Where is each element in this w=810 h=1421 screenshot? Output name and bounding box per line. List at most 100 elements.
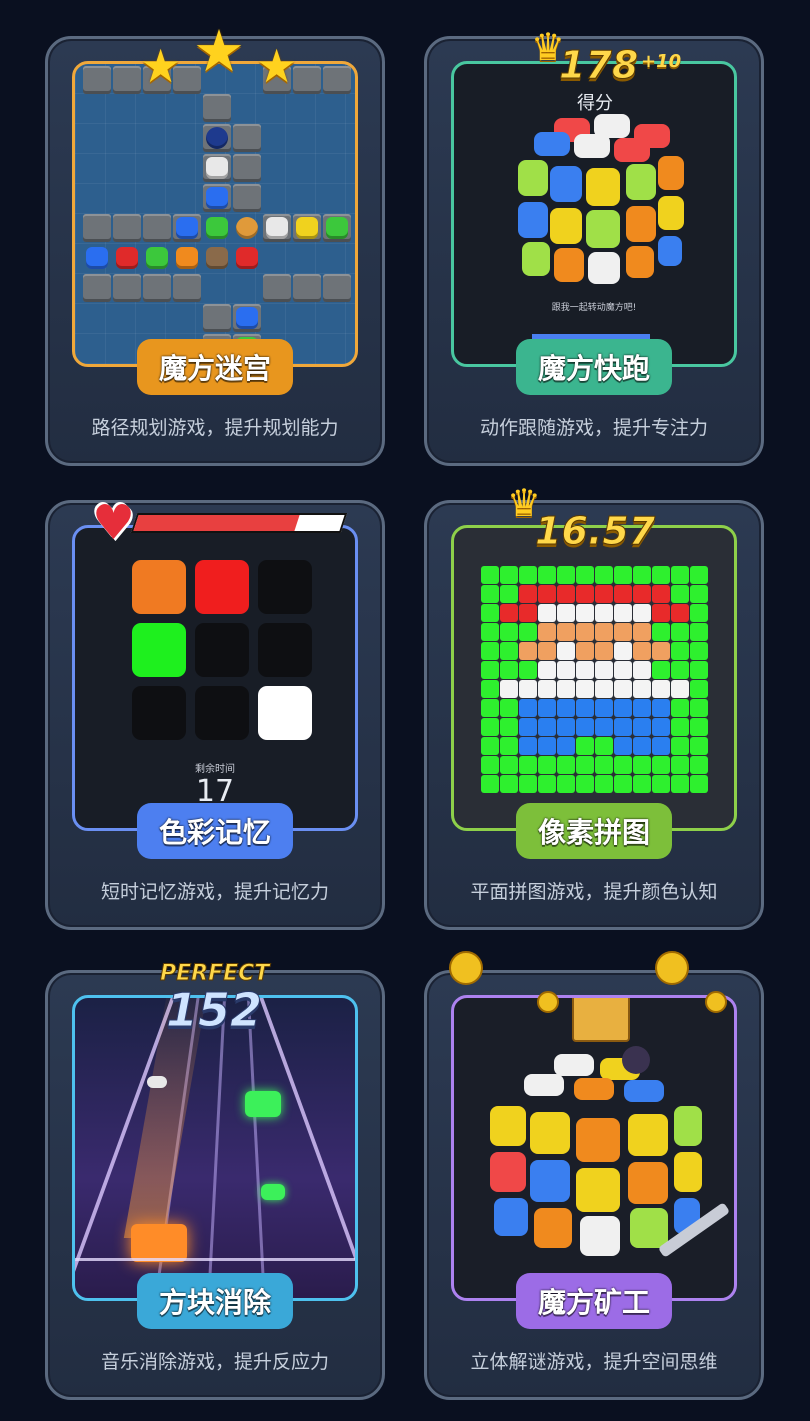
bomb-icon — [622, 1046, 650, 1074]
score-bonus: +10 — [641, 51, 682, 72]
pixel-cell — [633, 623, 651, 641]
coin-icon — [449, 951, 483, 985]
rubiks-cube-image — [514, 114, 684, 284]
star-icon: ★ — [140, 39, 182, 93]
pixel-cell — [500, 642, 518, 660]
pixel-cell — [671, 718, 689, 736]
pixel-cell — [557, 604, 575, 622]
pixel-cell — [519, 775, 537, 793]
score-label: 得分 — [577, 93, 613, 114]
pixel-cell — [557, 585, 575, 603]
pixel-cell — [576, 585, 594, 603]
pixel-cell — [500, 756, 518, 774]
pixel-cell — [633, 775, 651, 793]
pixel-cell — [652, 642, 670, 660]
pixel-cell — [652, 756, 670, 774]
pixel-grid — [481, 566, 711, 796]
card-title-badge: 魔方矿工 — [515, 1273, 673, 1329]
pixel-cell — [595, 623, 613, 641]
pixel-cell — [557, 737, 575, 755]
pixel-cell — [500, 699, 518, 717]
pixel-cell — [690, 585, 708, 603]
pixel-cell — [519, 718, 537, 736]
combo-count: 152 — [165, 983, 263, 1038]
pixel-cell — [652, 585, 670, 603]
card-description: 音乐消除游戏，提升反应力 — [100, 1351, 329, 1373]
pixel-cell — [500, 680, 518, 698]
timer-label: 剩余时间 — [195, 764, 235, 775]
pixel-cell — [519, 604, 537, 622]
pixel-cell — [519, 737, 537, 755]
pixel-cell — [614, 756, 632, 774]
pixel-cell — [557, 623, 575, 641]
pixel-cell — [538, 718, 556, 736]
card-color-memory[interactable]: 剩余时间 17 ♥ 色彩记忆 短时记忆游戏，提升记忆力 — [45, 495, 385, 930]
pixel-cell — [500, 585, 518, 603]
pixel-cell — [538, 623, 556, 641]
pixel-cell — [633, 566, 651, 584]
pixel-cell — [519, 585, 537, 603]
pixel-cell — [690, 566, 708, 584]
pixel-cell — [500, 604, 518, 622]
heart-icon: ♥ — [92, 495, 136, 551]
card-cube-run[interactable]: 跟我一起转动魔方吧! ♛ 178 +10 得分 魔方快跑 动作跟随游戏，提升专注… — [424, 25, 764, 466]
score-value: 178 — [558, 43, 639, 88]
pixel-cell — [614, 661, 632, 679]
pixel-cell — [481, 699, 499, 717]
pixel-cell — [595, 699, 613, 717]
pixel-cell — [633, 604, 651, 622]
best-time: 16.57 — [534, 509, 656, 554]
card-title-badge: 色彩记忆 — [136, 803, 294, 859]
pixel-cell — [576, 642, 594, 660]
maze-preview — [72, 61, 358, 367]
coin-icon — [655, 951, 689, 985]
pixel-cell — [519, 642, 537, 660]
pixel-cell — [633, 756, 651, 774]
pixel-cell — [595, 661, 613, 679]
pixel-cell — [633, 642, 651, 660]
pixel-cell — [652, 604, 670, 622]
pixel-cell — [538, 737, 556, 755]
pixel-cell — [576, 718, 594, 736]
pixel-cell — [538, 585, 556, 603]
pixel-cell — [633, 718, 651, 736]
pixel-cell — [557, 699, 575, 717]
card-description: 短时记忆游戏，提升记忆力 — [100, 881, 329, 903]
health-bar — [130, 513, 348, 533]
pixel-cell — [690, 604, 708, 622]
pixel-cell — [652, 699, 670, 717]
star-icon: ★ — [256, 39, 298, 93]
card-description: 平面拼图游戏，提升颜色认知 — [470, 881, 718, 903]
treasure-chest-icon — [572, 998, 630, 1042]
color-memory-preview: 剩余时间 17 — [72, 525, 358, 831]
pixel-cell — [519, 566, 537, 584]
card-cube-miner[interactable]: 魔方矿工 立体解谜游戏，提升空间思维 — [424, 951, 764, 1400]
pixel-cell — [652, 661, 670, 679]
card-title-badge: 魔方迷宫 — [136, 339, 294, 395]
pixel-cell — [500, 661, 518, 679]
coin-icon — [705, 991, 727, 1013]
pixel-cell — [557, 680, 575, 698]
pixel-cell — [614, 680, 632, 698]
pixel-cell — [481, 718, 499, 736]
card-cube-maze[interactable]: ★ ★ ★ 魔方迷宫 路径规划游戏，提升规划能力 — [45, 17, 385, 466]
pixel-cell — [595, 737, 613, 755]
pixel-cell — [671, 604, 689, 622]
pixel-cell — [538, 661, 556, 679]
pixel-cell — [538, 680, 556, 698]
pixel-cell — [557, 566, 575, 584]
pixel-cell — [576, 737, 594, 755]
note-tile — [245, 1091, 281, 1117]
pixel-cell — [671, 623, 689, 641]
card-block-clear[interactable]: PERFECT 152 方块消除 音乐消除游戏，提升反应力 — [45, 961, 385, 1400]
pixel-cell — [481, 623, 499, 641]
pixel-cell — [519, 756, 537, 774]
pixel-cell — [481, 642, 499, 660]
pixel-cell — [652, 566, 670, 584]
pixel-cell — [500, 718, 518, 736]
pixel-cell — [633, 661, 651, 679]
card-pixel-puzzle[interactable]: ♛ 16.57 像素拼图 平面拼图游戏，提升颜色认知 — [424, 481, 764, 930]
star-icon: ★ — [193, 17, 245, 85]
pixel-cell — [614, 604, 632, 622]
pixel-cell — [690, 642, 708, 660]
